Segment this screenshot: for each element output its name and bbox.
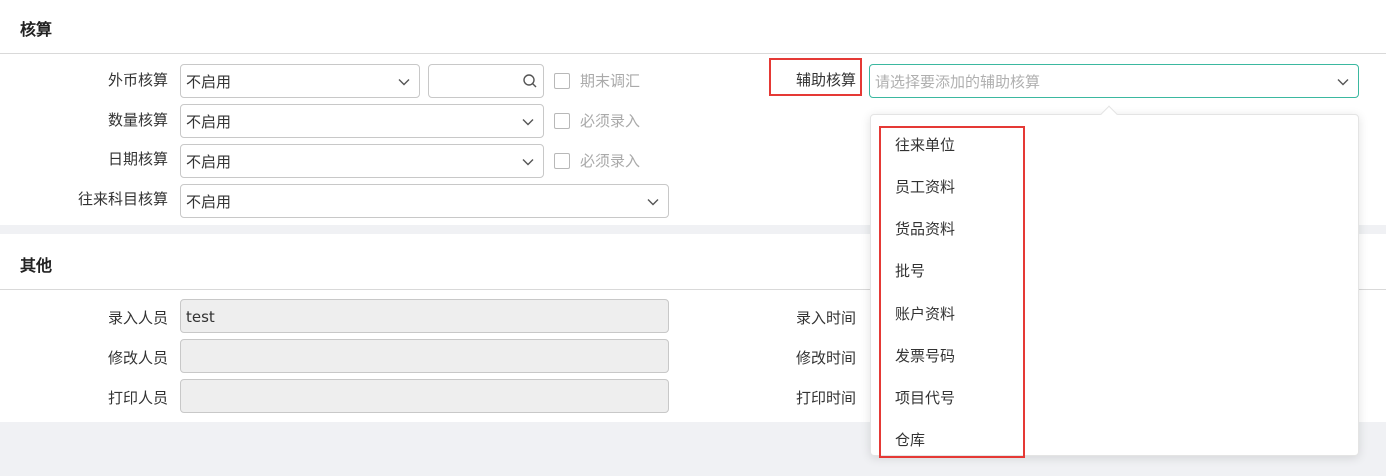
search-icon[interactable] [522,73,538,89]
period-end-adjust-checkbox[interactable] [554,73,570,89]
auxiliary-select[interactable]: 请选择要添加的辅助核算 [869,64,1359,98]
modified-time-label: 修改时间 [795,349,856,367]
date-select[interactable]: 不启用 [180,144,544,178]
chevron-down-icon [1337,79,1349,86]
quantity-required-label: 必须录入 [580,112,641,130]
date-value: 不启用 [186,153,232,171]
auxiliary-placeholder: 请选择要添加的辅助核算 [875,73,1041,91]
dropdown-list-highlight [879,126,1025,458]
chevron-down-icon [398,79,410,86]
foreign-currency-label: 外币核算 [107,71,168,89]
quantity-label: 数量核算 [107,111,168,129]
entered-by-field: test [180,299,669,333]
accounting-section-title: 核算 [20,20,53,39]
printed-by-label: 打印人员 [107,389,168,407]
counterparty-value: 不启用 [186,193,232,211]
entered-by-value: test [186,308,215,326]
date-label: 日期核算 [107,150,168,168]
printed-by-field [180,379,669,413]
currency-search-input[interactable] [428,64,544,98]
quantity-value: 不启用 [186,113,232,131]
chevron-down-icon [522,119,534,126]
date-required-checkbox[interactable] [554,153,570,169]
quantity-select[interactable]: 不启用 [180,104,544,138]
other-section-title: 其他 [20,256,53,275]
foreign-currency-value: 不启用 [186,73,232,91]
foreign-currency-select[interactable]: 不启用 [180,64,420,98]
auxiliary-label-highlight [769,58,862,96]
entered-by-label: 录入人员 [107,309,168,327]
printed-time-label: 打印时间 [795,389,856,407]
date-required-label: 必须录入 [580,152,641,170]
modified-by-label: 修改人员 [107,349,168,367]
quantity-required-checkbox[interactable] [554,113,570,129]
chevron-down-icon [522,159,534,166]
counterparty-label: 往来科目核算 [77,190,168,208]
accounting-divider [0,53,1386,54]
entered-time-label: 录入时间 [795,309,856,327]
modified-by-field [180,339,669,373]
counterparty-select[interactable]: 不启用 [180,184,669,218]
period-end-adjust-label: 期末调汇 [580,72,641,90]
chevron-down-icon [647,199,659,206]
